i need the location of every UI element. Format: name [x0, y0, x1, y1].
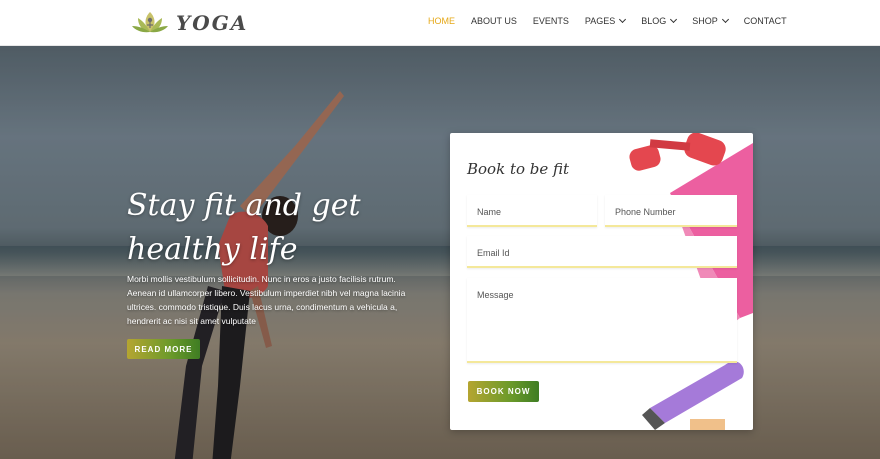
site-header: YOGA HOME ABOUT US EVENTS PAGES BLOG SHO… [0, 0, 880, 46]
hero-title: Stay fit and get healthy life [127, 184, 407, 272]
nav-blog[interactable]: BLOG [641, 15, 678, 26]
nav-home[interactable]: HOME [428, 16, 455, 26]
logo-text: YOGA [176, 11, 249, 35]
chevron-down-icon [670, 15, 678, 24]
nav-pages[interactable]: PAGES [584, 15, 627, 26]
nav-pages-label: PAGES [584, 16, 616, 26]
hero-description: Morbi mollis vestibulum sollicitudin. Nu… [127, 274, 406, 326]
nav-about-us[interactable]: ABOUT US [471, 16, 517, 26]
hero-section: Stay fit and get healthy life Morbi moll… [0, 46, 880, 459]
chevron-down-icon [721, 15, 729, 24]
nav-events[interactable]: EVENTS [533, 16, 569, 26]
nav-about-label: ABOUT US [471, 16, 517, 26]
hero-title-line2: healthy life [127, 232, 298, 267]
nav-blog-label: BLOG [641, 16, 667, 26]
nav-shop[interactable]: SHOP [692, 15, 729, 26]
nav-shop-label: SHOP [692, 16, 718, 26]
hero-title-line1: Stay fit and get [127, 188, 361, 223]
name-input[interactable]: Name [467, 195, 597, 227]
main-nav: HOME ABOUT US EVENTS PAGES BLOG SHOP CON… [428, 15, 803, 26]
book-now-button[interactable]: BOOK NOW [468, 381, 539, 402]
logo[interactable]: YOGA [130, 8, 248, 38]
phone-input[interactable]: Phone Number [605, 195, 737, 227]
lotus-icon [132, 12, 168, 33]
read-more-button[interactable]: READ MORE [127, 339, 200, 359]
chevron-down-icon [619, 15, 627, 24]
nav-home-label: HOME [428, 16, 455, 26]
booking-title: Book to be fit [467, 160, 570, 178]
nav-contact-label: CONTACT [743, 16, 787, 26]
email-input[interactable]: Email Id [467, 236, 737, 268]
message-textarea[interactable]: Message [467, 278, 737, 363]
booking-form-card: Book to be fit Name Phone Number Email I… [450, 133, 753, 430]
nav-contact[interactable]: CONTACT [744, 16, 787, 26]
nav-events-label: EVENTS [532, 16, 569, 26]
